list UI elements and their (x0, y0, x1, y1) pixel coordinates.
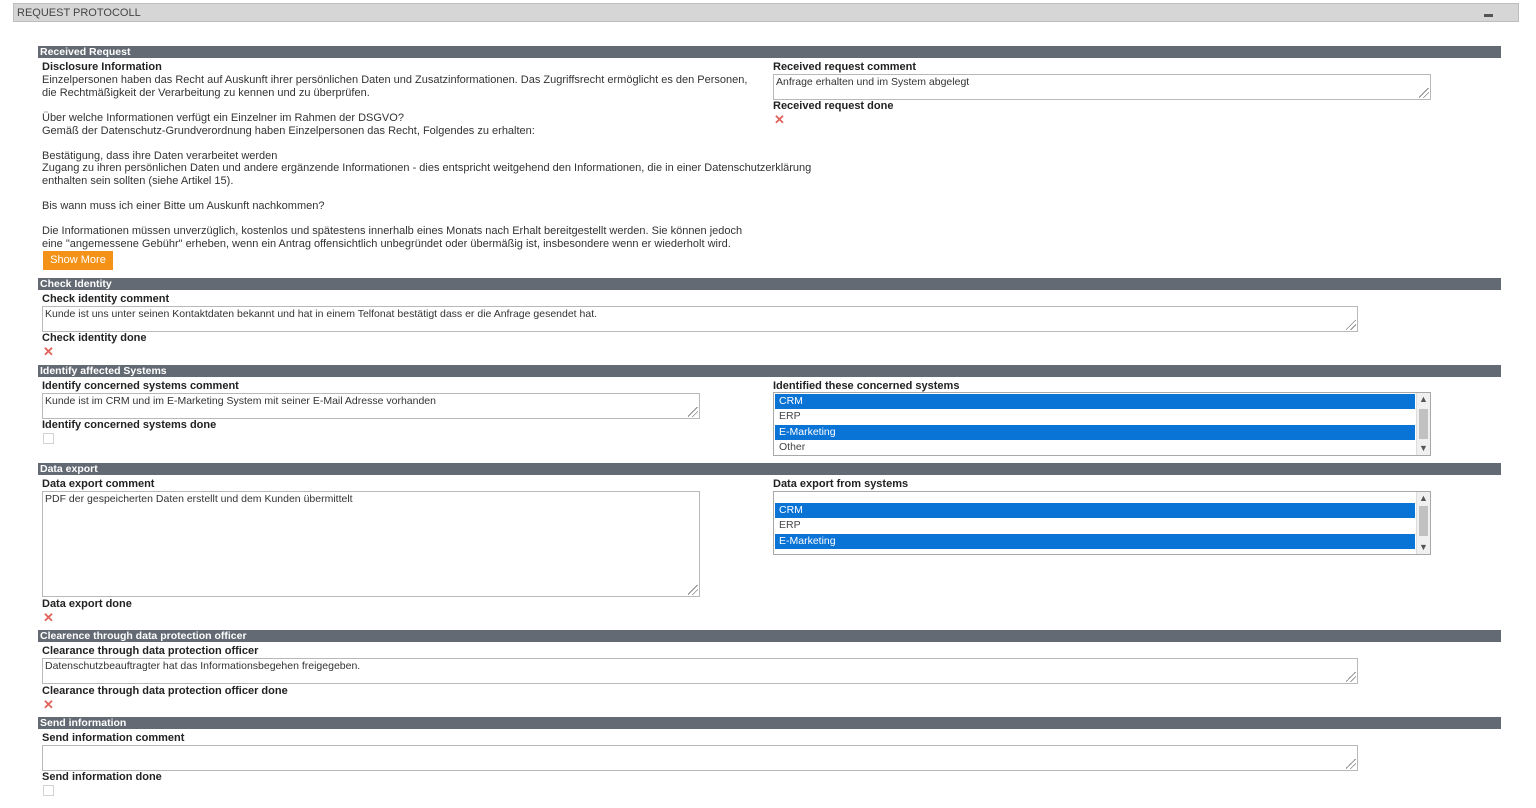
clearance-comment-label: Clearance through data protection office… (42, 645, 259, 657)
received-done-label: Received request done (773, 100, 894, 112)
received-comment-label: Received request comment (773, 61, 917, 73)
listbox-option[interactable]: E-Marketing (775, 534, 1415, 549)
listbox-scrollbar[interactable]: ▲ ▼ (1416, 492, 1430, 554)
send-comment-field[interactable] (42, 745, 1358, 771)
resize-grip-icon[interactable] (1346, 320, 1356, 330)
listbox-option[interactable]: E-Marketing (775, 425, 1415, 440)
disclosure-line: Bestätigung, dass ihre Daten verarbeitet… (42, 150, 278, 162)
received-comment-value: Anfrage erhalten und im System abgelegt (776, 76, 970, 88)
send-comment-label: Send information comment (42, 732, 185, 744)
cross-icon[interactable]: ✕ (43, 611, 54, 624)
identity-comment-field[interactable]: Kunde ist uns unter seinen Kontaktdaten … (42, 306, 1358, 332)
section-received-request: Received Request (38, 46, 1501, 58)
systems-done-checkbox[interactable] (43, 433, 54, 444)
section-data-export: Data export (38, 463, 1501, 475)
disclosure-line: die Rechtmäßigkeit der Verarbeitung zu k… (42, 87, 370, 99)
chevron-down-icon[interactable]: ▼ (1417, 442, 1430, 455)
export-comment-value: PDF der gespeicherten Daten erstellt und… (45, 493, 353, 505)
listbox-option[interactable]: ERP (775, 518, 1415, 533)
page-title: REQUEST PROTOCOLL (17, 7, 141, 19)
listbox-option[interactable]: ERP (775, 409, 1415, 424)
disclosure-line: Bis wann muss ich einer Bitte um Auskunf… (42, 200, 325, 212)
clearance-comment-field[interactable]: Datenschutzbeauftragter hat das Informat… (42, 658, 1358, 684)
systems-done-label: Identify concerned systems done (42, 419, 217, 431)
export-comment-label: Data export comment (42, 478, 155, 490)
section-identify-systems: Identify affected Systems (38, 365, 1501, 377)
minus-icon[interactable] (1484, 14, 1493, 17)
resize-grip-icon[interactable] (688, 407, 698, 417)
disclosure-line: enthalten sein sollten (siehe Artikel 15… (42, 175, 234, 187)
send-done-label: Send information done (42, 771, 162, 783)
resize-grip-icon[interactable] (1419, 88, 1429, 98)
show-more-button[interactable]: Show More (43, 251, 113, 270)
systems-comment-label: Identify concerned systems comment (42, 380, 239, 392)
export-list-label: Data export from systems (773, 478, 909, 490)
listbox-option[interactable]: Other (775, 440, 1415, 455)
section-check-identity: Check Identity (38, 278, 1501, 290)
chevron-up-icon[interactable]: ▲ (1417, 393, 1430, 406)
export-listbox[interactable]: CRM ERP E-Marketing ▲ ▼ (773, 491, 1431, 555)
scrollbar-thumb[interactable] (1419, 409, 1428, 439)
resize-grip-icon[interactable] (1346, 759, 1356, 769)
resize-grip-icon[interactable] (688, 585, 698, 595)
section-send-information: Send information (38, 717, 1501, 729)
listbox-scrollbar[interactable]: ▲ ▼ (1416, 393, 1430, 455)
disclosure-line: eine "angemessene Gebühr" erheben, wenn … (42, 238, 731, 250)
clearance-done-label: Clearance through data protection office… (42, 685, 288, 697)
identity-comment-value: Kunde ist uns unter seinen Kontaktdaten … (45, 308, 598, 320)
disclosure-line: Über welche Informationen verfügt ein Ei… (42, 112, 404, 124)
cross-icon[interactable]: ✕ (43, 698, 54, 711)
resize-grip-icon[interactable] (1346, 672, 1356, 682)
identity-done-label: Check identity done (42, 332, 147, 344)
received-comment-field[interactable]: Anfrage erhalten und im System abgelegt (773, 74, 1431, 100)
export-comment-field[interactable]: PDF der gespeicherten Daten erstellt und… (42, 491, 700, 597)
systems-comment-field[interactable]: Kunde ist im CRM und im E-Marketing Syst… (42, 393, 700, 419)
disclosure-line: Zugang zu ihren persönlichen Daten und a… (42, 162, 812, 174)
disclosure-label: Disclosure Information (42, 61, 162, 73)
disclosure-line: Gemäß der Datenschutz-Grundverordnung ha… (42, 125, 535, 137)
send-done-checkbox[interactable] (43, 785, 54, 796)
listbox-option[interactable]: CRM (775, 394, 1415, 409)
export-done-label: Data export done (42, 598, 132, 610)
chevron-down-icon[interactable]: ▼ (1417, 541, 1430, 554)
systems-comment-value: Kunde ist im CRM und im E-Marketing Syst… (45, 395, 436, 407)
disclosure-line: Die Informationen müssen unverzüglich, k… (42, 225, 743, 237)
disclosure-line: Einzelpersonen haben das Recht auf Ausku… (42, 74, 748, 86)
clearance-comment-value: Datenschutzbeauftragter hat das Informat… (45, 660, 361, 672)
systems-listbox[interactable]: CRM ERP E-Marketing Other ▲ ▼ (773, 392, 1431, 456)
chevron-up-icon[interactable]: ▲ (1417, 492, 1430, 505)
scrollbar-thumb[interactable] (1419, 506, 1428, 536)
identity-comment-label: Check identity comment (42, 293, 170, 305)
listbox-option[interactable]: CRM (775, 503, 1415, 518)
systems-list-label: Identified these concerned systems (773, 380, 960, 392)
cross-icon[interactable]: ✕ (43, 345, 54, 358)
protocol-header: REQUEST PROTOCOLL (13, 3, 1519, 22)
cross-icon[interactable]: ✕ (774, 113, 785, 126)
section-clearance: Clearence through data protection office… (38, 630, 1501, 642)
